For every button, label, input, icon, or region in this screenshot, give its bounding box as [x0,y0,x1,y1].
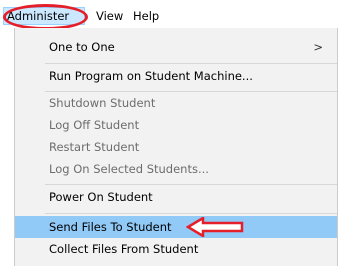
menu-item-collect-files-from-student[interactable]: Collect Files From Student [15,238,337,260]
menu-item-log-off-student[interactable]: Log Off Student [15,114,337,136]
menu-help[interactable]: Help [133,8,159,24]
menu-item-shutdown-student[interactable]: Shutdown Student [15,92,337,114]
menu-separator [45,213,337,214]
menu-item-label: Log On Selected Students... [49,162,209,176]
menu-item-label: Log Off Student [49,118,140,132]
menu-item-label: Shutdown Student [49,96,156,110]
administer-dropdown-menu: One to One > Run Program on Student Mach… [14,28,338,266]
menu-separator [45,63,337,64]
menu-item-restart-student[interactable]: Restart Student [15,136,337,158]
menu-item-send-files-to-student[interactable]: Send Files To Student [15,216,337,238]
menu-item-log-on-selected-students[interactable]: Log On Selected Students... [15,158,337,180]
menu-separator [45,184,337,185]
menu-item-label: Send Files To Student [49,220,172,234]
menu-item-label: Restart Student [49,140,140,154]
menu-bar: Administer View Help [0,0,340,28]
menu-item-one-to-one[interactable]: One to One > [15,36,337,58]
menu-item-label: Power On Student [49,190,153,204]
menu-item-label: Collect Files From Student [49,242,199,256]
menu-view[interactable]: View [96,8,123,24]
menu-item-power-on-student[interactable]: Power On Student [15,186,337,208]
menu-administer[interactable]: Administer [3,7,85,25]
menu-item-label: One to One [49,40,115,54]
menu-item-run-program[interactable]: Run Program on Student Machine... [15,65,337,87]
menu-item-label: Run Program on Student Machine... [49,69,253,83]
chevron-right-icon: > [313,40,323,54]
